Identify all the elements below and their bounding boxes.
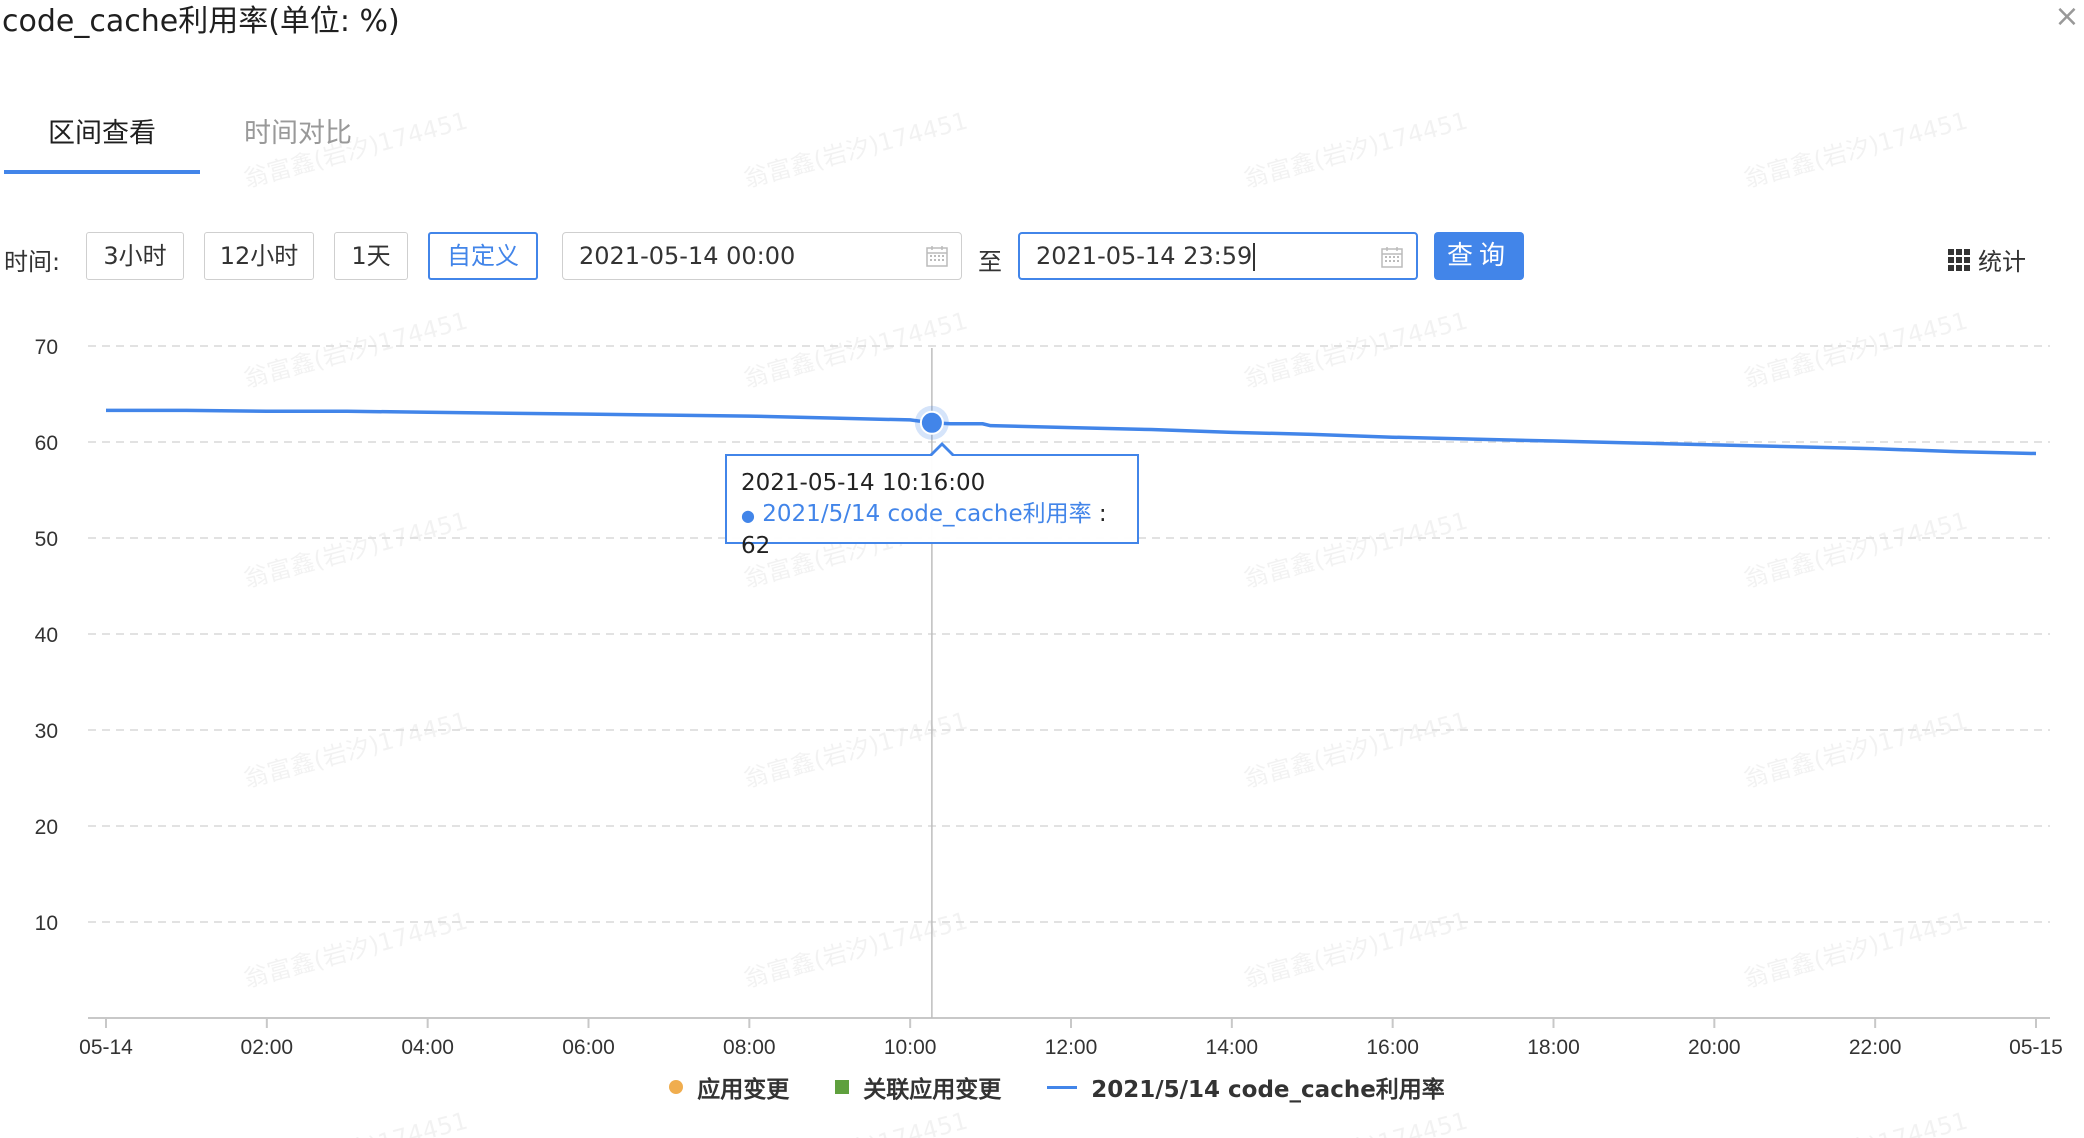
x-tick-label: 08:00: [723, 1036, 776, 1059]
calendar-icon[interactable]: [1380, 245, 1404, 269]
close-icon[interactable]: ×: [2050, 0, 2084, 34]
x-tick-label: 06:00: [562, 1036, 615, 1059]
watermark-text: 翁富鑫(岩汐)174451: [739, 1101, 971, 1138]
x-tick-label: 10:00: [884, 1036, 937, 1059]
chart-tooltip: 2021-05-14 10:16:00 ● 2021/5/14 code_cac…: [725, 442, 1139, 559]
legend-label: 关联应用变更: [863, 1077, 1002, 1103]
watermark-text: 翁富鑫(岩汐)174451: [239, 1101, 471, 1138]
y-tick-label: 30: [35, 720, 58, 743]
watermark-text: 翁富鑫(岩汐)174451: [1740, 106, 1971, 194]
legend-label: 应用变更: [697, 1077, 790, 1103]
y-tick-label: 60: [35, 432, 58, 455]
stats-button[interactable]: 统计: [1948, 242, 2026, 277]
x-tick-label: 20:00: [1688, 1036, 1741, 1059]
x-tick-label: 16:00: [1366, 1036, 1419, 1059]
tooltip-time: 2021-05-14 10:16:00: [741, 470, 986, 496]
legend-item-app-change[interactable]: 应用变更: [669, 1070, 789, 1104]
legend-line-icon: [1047, 1085, 1078, 1089]
tooltip-arrow-inner: [931, 446, 953, 457]
range-12h-button[interactable]: 12小时: [204, 232, 314, 280]
stats-label: 统计: [1978, 248, 2026, 276]
x-tick-label: 22:00: [1849, 1036, 1902, 1059]
grid-icon: [1948, 248, 1970, 271]
legend-item-related-change[interactable]: 关联应用变更: [835, 1070, 1001, 1104]
tab-bar: 区间查看 时间对比: [4, 104, 396, 174]
y-tick-label: 10: [35, 912, 58, 935]
page-title: code_cache利用率(单位: %): [2, 4, 400, 39]
series-line: [106, 408, 2037, 456]
legend-item-series[interactable]: 2021/5/14 code_cache利用率: [1047, 1070, 1445, 1104]
x-tick-label: 12:00: [1045, 1036, 1098, 1059]
tooltip-series-label: 2021/5/14 code_cache利用率: [762, 501, 1092, 527]
watermark-text: 翁富鑫(岩汐)174451: [1239, 1101, 1471, 1138]
watermark-text: 翁富鑫(岩汐)174451: [1240, 106, 1471, 194]
y-tick-label: 20: [35, 816, 58, 839]
legend-dot-icon: [669, 1080, 684, 1094]
line-chart[interactable]: 10 20 30 40 50 60 70 05-14 02:00 04:00 06:00 08:00 1…: [0, 320, 2084, 1060]
tooltip-row: ● 2021/5/14 code_cache利用率 : 62: [741, 499, 1123, 562]
range-3h-button[interactable]: 3小时: [86, 232, 184, 280]
tooltip-bullet-icon: ●: [741, 506, 755, 525]
y-tick-label: 50: [35, 528, 58, 551]
range-custom-button[interactable]: 自定义: [428, 232, 538, 280]
watermark-text: 翁富鑫(岩汐)174451: [1739, 1101, 1971, 1138]
calendar-icon[interactable]: [925, 244, 949, 268]
x-tick-label: 14:00: [1206, 1036, 1259, 1059]
start-date-value: 2021-05-14 00:00: [579, 242, 796, 270]
y-tick-label: 40: [35, 624, 58, 647]
chart-legend: 应用变更 关联应用变更 2021/5/14 code_cache利用率: [0, 1070, 2084, 1104]
x-tick-label: 18:00: [1527, 1036, 1580, 1059]
tab-time-compare[interactable]: 时间对比: [200, 104, 396, 174]
hover-point: [919, 410, 944, 435]
to-label: 至: [978, 248, 1002, 276]
x-tick-label: 02:00: [241, 1036, 294, 1059]
legend-label: 2021/5/14 code_cache利用率: [1091, 1077, 1445, 1103]
start-date-input[interactable]: 2021-05-14 00:00: [562, 232, 962, 280]
end-date-value: 2021-05-14 23:59: [1036, 242, 1253, 270]
range-1d-button[interactable]: 1天: [334, 232, 408, 280]
y-tick-label: 70: [35, 336, 58, 359]
tab-range-view[interactable]: 区间查看: [4, 104, 200, 174]
end-date-input[interactable]: 2021-05-14 23:59: [1018, 232, 1418, 280]
time-label: 时间:: [4, 248, 61, 276]
legend-square-icon: [835, 1080, 850, 1094]
watermark-text: 翁富鑫(岩汐)174451: [740, 106, 971, 194]
x-tick-label: 05-15: [2009, 1036, 2063, 1059]
text-caret: [1253, 243, 1256, 271]
time-controls: 时间: 3小时 12小时 1天 自定义 2021-05-14 00:00 至 2…: [4, 232, 2080, 282]
x-tick-label: 05-14: [79, 1036, 133, 1059]
x-tick-label: 04:00: [401, 1036, 454, 1059]
query-button[interactable]: 查询: [1434, 232, 1524, 280]
